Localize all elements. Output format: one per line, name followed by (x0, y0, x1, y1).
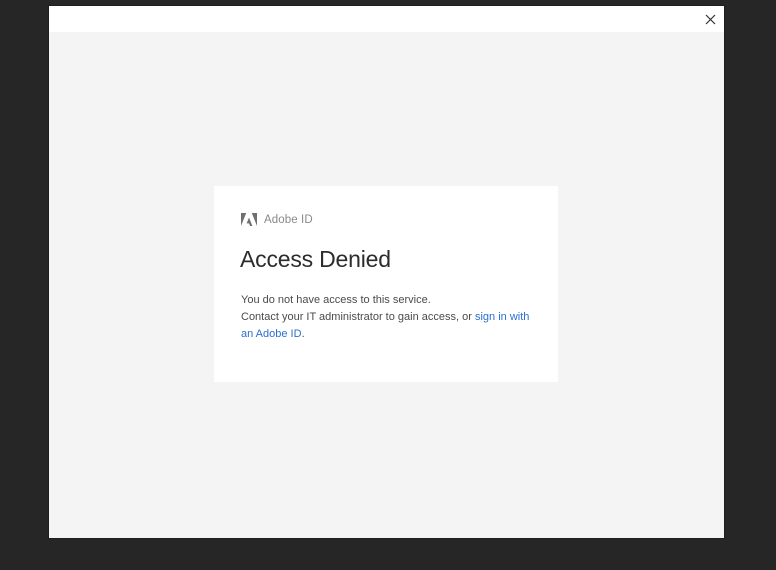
brand-label: Adobe ID (264, 213, 313, 226)
message-line-2-suffix: . (301, 328, 305, 340)
page-title: Access Denied (240, 246, 391, 272)
close-button[interactable] (700, 9, 720, 29)
access-denied-card: Adobe ID Access Denied You do not have a… (214, 186, 558, 382)
dialog-titlebar (49, 6, 724, 32)
message-line-1: You do not have access to this service. (241, 294, 431, 306)
close-icon (705, 14, 715, 24)
message-line-2: Contact your IT administrator to gain ac… (241, 309, 533, 343)
message-line-2-prefix: Contact your IT administrator to gain ac… (241, 311, 475, 323)
adobe-id-brand: Adobe ID (241, 213, 313, 226)
adobe-logo-icon (241, 213, 257, 226)
access-denied-dialog: Adobe ID Access Denied You do not have a… (49, 6, 724, 538)
access-message: You do not have access to this service. … (241, 292, 533, 343)
